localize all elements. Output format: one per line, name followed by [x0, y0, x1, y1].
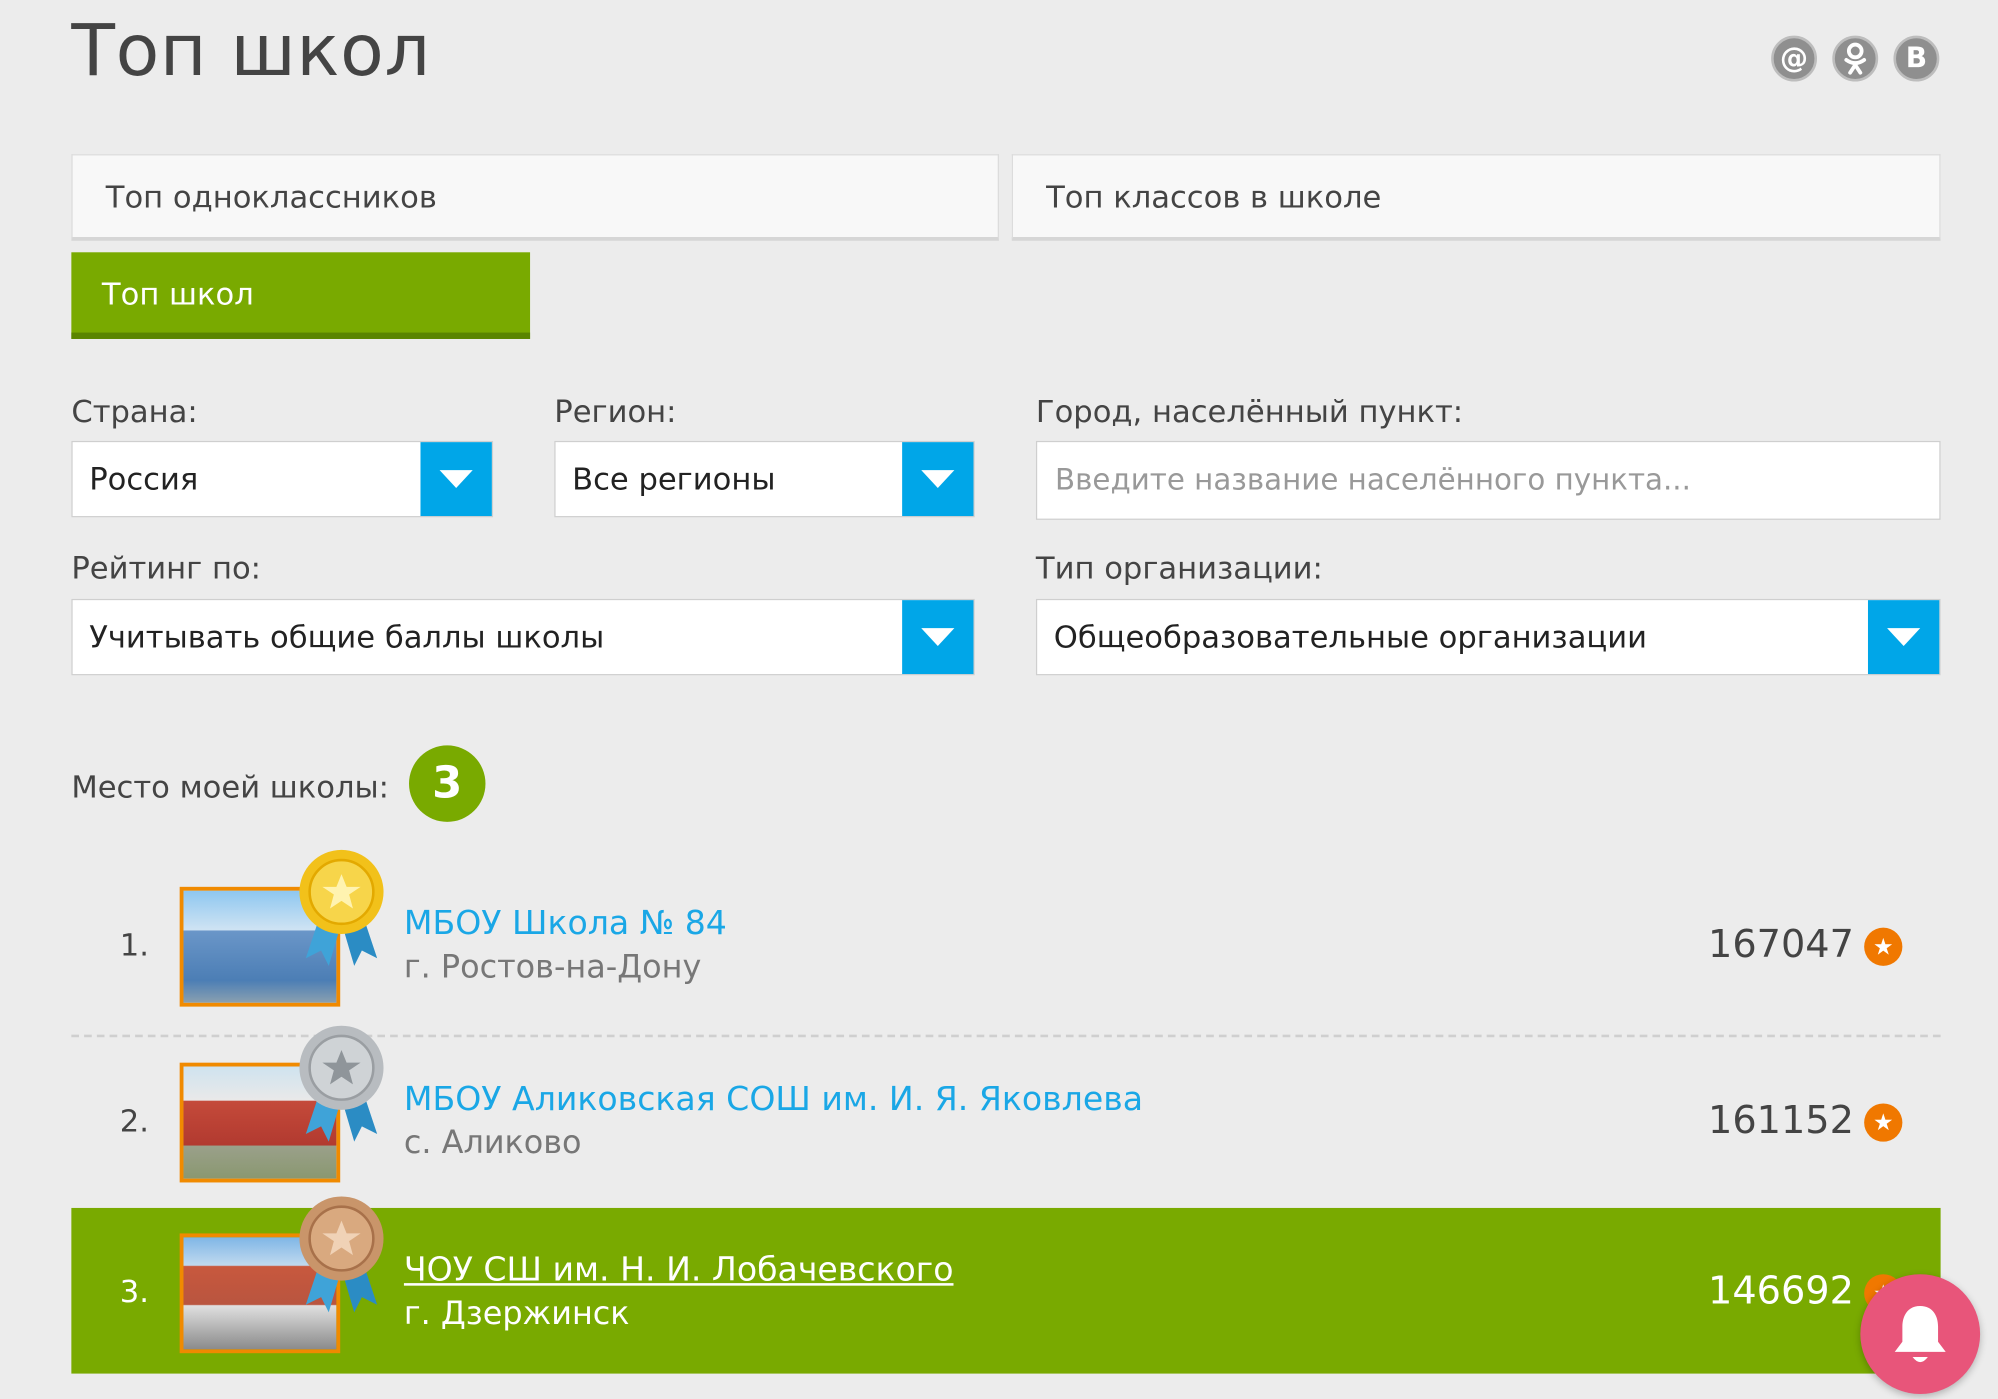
country-value: Россия [89, 461, 199, 497]
region-select[interactable]: Все регионы [554, 440, 975, 518]
school-city: г. Дзержинск [403, 1294, 630, 1332]
silver-medal-icon [299, 1025, 384, 1142]
school-score: 161152 [1708, 1098, 1854, 1143]
org-type-label: Тип организации: [1035, 550, 1323, 587]
tab-top-schools[interactable]: Топ школ [71, 252, 531, 339]
rating-select[interactable]: Учитывать общие баллы школы [71, 598, 975, 676]
school-city: г. Ростов-на-Дону [403, 948, 702, 985]
chevron-down-icon[interactable] [902, 600, 974, 675]
table-row[interactable]: 2. МБОУ Аликовская СОШ им. И. Я. Яковлев… [71, 1025, 1941, 1201]
rating-label: Рейтинг по: [71, 550, 261, 587]
table-row[interactable]: 1. МБОУ Школа № 84 г. Ростов-на-Дону 167… [71, 849, 1940, 1027]
school-score: 167047 [1708, 922, 1854, 968]
my-school-place-label: Место моей школы: [71, 769, 389, 806]
rank: 2. [119, 1103, 149, 1140]
country-select[interactable]: Россия [71, 440, 494, 518]
tab-top-classes[interactable]: Топ классов в школе [1011, 154, 1941, 241]
school-name-link[interactable]: ЧОУ СШ им. Н. И. Лобачевского [404, 1251, 954, 1289]
school-city: с. Аликово [403, 1123, 582, 1161]
star-icon: ★ [1864, 1103, 1903, 1142]
notification-bell-button[interactable] [1860, 1274, 1981, 1394]
country-label: Страна: [71, 393, 198, 430]
bell-icon [1894, 1306, 1946, 1363]
chevron-down-icon[interactable] [420, 442, 492, 517]
org-type-value: Общеобразовательные организации [1053, 619, 1648, 655]
region-label: Регион: [554, 393, 677, 430]
star-icon: ★ [1864, 927, 1903, 966]
rank: 1. [119, 927, 149, 964]
mail-icon[interactable]: @ [1771, 35, 1818, 82]
tab-top-classmates[interactable]: Топ одноклассников [71, 154, 999, 241]
table-row-highlighted[interactable]: 3. ЧОУ СШ им. Н. И. Лобачевского г. Дзер… [71, 1196, 1941, 1374]
my-school-place-badge: 3 [409, 745, 486, 822]
school-name-link[interactable]: МБОУ Школа № 84 [404, 905, 727, 943]
page: Топ школ @ В Топ одноклассников Топ клас… [0, 0, 1998, 1399]
gold-medal-icon [299, 849, 384, 966]
rating-value: Учитывать общие баллы школы [89, 619, 605, 655]
page-title: Топ школ [71, 10, 431, 94]
city-label: Город, населённый пункт: [1035, 393, 1464, 430]
school-score: 146692 [1708, 1269, 1854, 1314]
bronze-medal-icon [299, 1196, 384, 1313]
rank: 3. [119, 1274, 149, 1310]
org-type-select[interactable]: Общеобразовательные организации [1035, 598, 1941, 676]
region-value: Все регионы [572, 461, 776, 497]
vk-icon[interactable]: В [1893, 35, 1940, 82]
chevron-down-icon[interactable] [902, 442, 974, 517]
school-name-link[interactable]: МБОУ Аликовская СОШ им. И. Я. Яковлева [404, 1081, 1143, 1119]
chevron-down-icon[interactable] [1867, 600, 1940, 675]
odnoklassniki-glyph [1844, 42, 1867, 75]
odnoklassniki-icon[interactable] [1832, 35, 1879, 82]
city-input[interactable]: Введите название населённого пункта... [1035, 440, 1941, 520]
